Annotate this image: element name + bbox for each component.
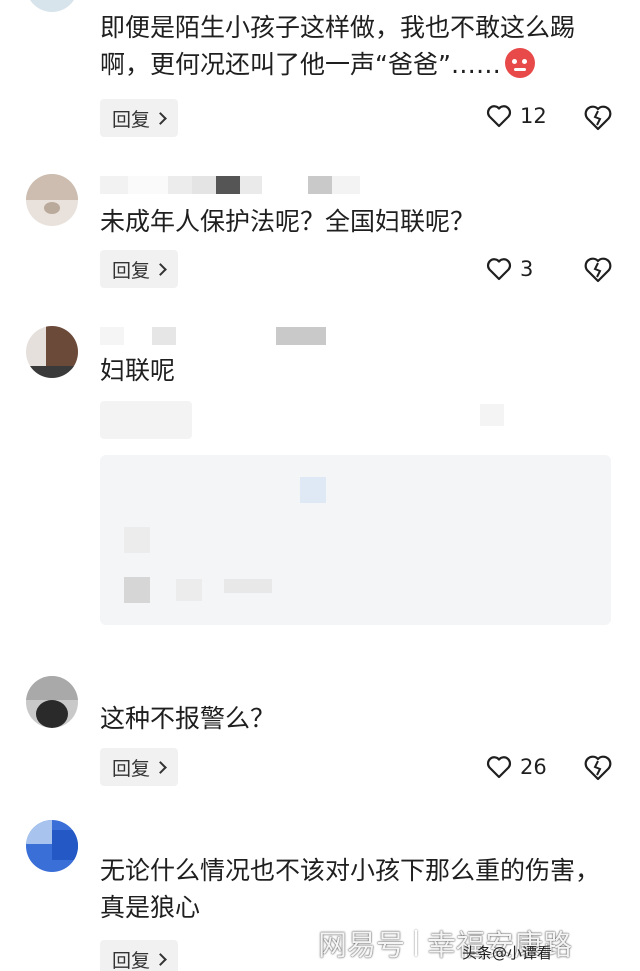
- reply-button[interactable]: 回复: [100, 250, 178, 288]
- like-count: 26: [520, 755, 547, 779]
- broken-heart-icon[interactable]: [584, 104, 612, 132]
- heart-icon: [486, 105, 512, 128]
- blurred-like-area: [480, 404, 504, 426]
- angry-face-emoji: [504, 48, 535, 78]
- chevron-right-icon: [154, 262, 167, 276]
- broken-heart-icon[interactable]: [584, 256, 612, 284]
- comment-text: 妇联呢: [100, 356, 176, 385]
- watermark-brand: 网易号: [318, 928, 406, 962]
- comment-text: 未成年人保护法呢？全国妇联呢？: [100, 207, 476, 236]
- like-count: 12: [520, 104, 547, 128]
- username-blurred[interactable]: [100, 176, 360, 194]
- broken-heart-icon[interactable]: [584, 754, 612, 782]
- comment-text: 即便是陌生小孩子这样做，我也不敢这么踢啊，更何况还叫了他一声“爸爸”……: [100, 13, 576, 79]
- watermark-divider: [415, 930, 418, 956]
- avatar[interactable]: [26, 676, 78, 728]
- like-button[interactable]: 12: [486, 104, 547, 128]
- like-button[interactable]: 3: [486, 257, 533, 281]
- chevron-right-icon: [154, 111, 167, 125]
- blurred-reply-thread: [100, 455, 611, 625]
- reply-button[interactable]: 回复: [100, 940, 178, 971]
- heart-icon: [486, 258, 512, 281]
- like-button[interactable]: 26: [486, 755, 547, 779]
- chevron-right-icon: [154, 760, 167, 774]
- blurred-reply-row: [100, 401, 192, 439]
- chevron-right-icon: [154, 952, 167, 966]
- like-count: 3: [520, 257, 534, 281]
- source-credit: 头条@小谭看: [462, 944, 553, 962]
- avatar[interactable]: [26, 174, 78, 226]
- avatar[interactable]: [26, 820, 78, 872]
- comment-text: 这种不报警么？: [100, 704, 276, 733]
- reply-button[interactable]: 回复: [100, 99, 178, 137]
- username-blurred[interactable]: [100, 327, 326, 345]
- avatar[interactable]: [26, 326, 78, 378]
- avatar[interactable]: [26, 0, 78, 12]
- heart-icon: [486, 756, 512, 779]
- reply-button[interactable]: 回复: [100, 748, 178, 786]
- comment-text: 无论什么情况也不该对小孩下那么重的伤害，真是狼心: [100, 856, 601, 922]
